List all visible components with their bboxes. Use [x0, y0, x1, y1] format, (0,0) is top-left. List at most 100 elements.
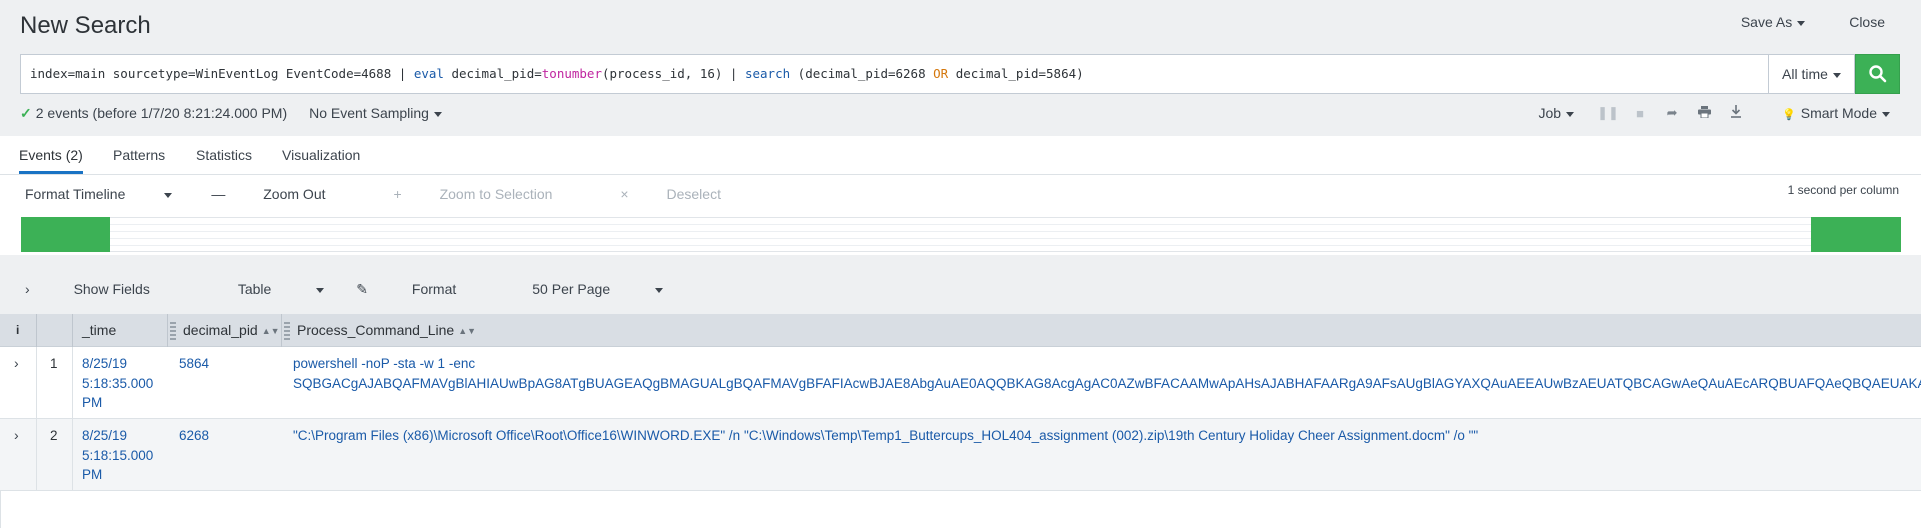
checkmark-icon: ✓ — [20, 105, 32, 121]
chevron-down-icon — [1566, 111, 1575, 117]
event-time[interactable]: 8/25/19 5:18:35.000 PM — [82, 354, 153, 413]
events-summary-text: 2 events (before 1/7/20 8:21:24.000 PM) — [35, 105, 288, 121]
event-ampm: PM — [82, 467, 103, 482]
job-menu[interactable]: Job — [1538, 105, 1575, 121]
process-command-line-value[interactable]: "C:\Program Files (x86)\Microsoft Office… — [293, 426, 1478, 446]
search-mode-label: Smart Mode — [1800, 105, 1877, 121]
plus-icon: + — [393, 186, 406, 202]
chevron-down-icon — [316, 287, 325, 293]
timeline-panel: Format Timeline — Zoom Out + Zoom to Sel… — [0, 175, 1921, 255]
chevron-down-icon — [164, 192, 173, 198]
page-title: New Search — [20, 12, 151, 39]
search-button[interactable] — [1855, 54, 1900, 94]
column-divider — [281, 314, 282, 347]
show-fields-button[interactable]: › Show Fields — [25, 281, 190, 303]
event-sampling-label: No Event Sampling — [309, 105, 429, 121]
time-range-picker[interactable]: All time — [1768, 54, 1855, 94]
column-header-time[interactable]: _time — [82, 314, 116, 347]
save-as-menu[interactable]: Save As — [1741, 14, 1806, 30]
results-table: i _time decimal_pid ▲▼ Process_Command_Li… — [0, 314, 1921, 528]
zoom-out-label: Zoom Out — [263, 186, 326, 202]
pause-icon[interactable]: ❚❚ — [1592, 105, 1624, 121]
query-command-search: search — [744, 66, 791, 81]
download-glyph — [1731, 105, 1742, 118]
table-controls: › Show Fields Table ✎ Format 50 Per Page — [25, 281, 1905, 303]
column-header-decimal-pid[interactable]: decimal_pid ▲▼ — [170, 314, 280, 347]
active-tab-indicator — [19, 171, 83, 174]
search-input[interactable]: index=main sourcetype=WinEventLog EventC… — [20, 54, 1768, 94]
query-text: (process_id, 16) | — [601, 66, 745, 81]
timeline-chart[interactable] — [21, 217, 1901, 252]
view-type-menu[interactable]: Table — [237, 281, 325, 303]
close-button[interactable]: Close — [1849, 14, 1885, 30]
expand-row-icon[interactable]: › — [14, 426, 19, 446]
tab-statistics[interactable]: Statistics — [196, 147, 252, 163]
timeline-bar[interactable] — [21, 217, 110, 252]
table-row: › 1 8/25/19 5:18:35.000 PM 5864 powershe… — [0, 347, 1921, 419]
drag-handle-icon[interactable] — [284, 322, 290, 341]
column-divider — [72, 314, 73, 347]
query-text: decimal_pid=5864) — [948, 66, 1084, 81]
event-clock: 5:18:35.000 — [82, 375, 154, 391]
sort-icon[interactable]: ▲▼ — [458, 326, 476, 336]
export-icon[interactable] — [1720, 105, 1752, 121]
chevron-down-icon — [1882, 111, 1890, 117]
format-timeline-label: Format Timeline — [25, 186, 126, 202]
stop-icon[interactable]: ■ — [1624, 106, 1656, 121]
table-header: i _time decimal_pid ▲▼ Process_Command_Li… — [0, 314, 1921, 347]
per-page-label: 50 Per Page — [532, 281, 611, 297]
search-bar: index=main sourcetype=WinEventLog EventC… — [20, 54, 1900, 94]
column-divider — [167, 314, 168, 347]
results-tabs: Events (2) Patterns Statistics Visualiza… — [0, 136, 1921, 175]
row-divider — [72, 419, 73, 491]
query-function-tonumber: tonumber — [541, 66, 602, 81]
event-time[interactable]: 8/25/19 5:18:15.000 PM — [82, 426, 153, 485]
expand-row-icon[interactable]: › — [14, 354, 19, 374]
top-actions: Save As Close — [1741, 14, 1885, 30]
event-sampling-menu[interactable]: No Event Sampling — [309, 105, 442, 122]
event-clock: 5:18:15.000 — [82, 447, 154, 463]
query-operator-or: OR — [933, 66, 949, 81]
process-command-line-value[interactable]: powershell -noP -sta -w 1 -enc SQBGACgAJ… — [293, 354, 1921, 393]
column-header-label: decimal_pid — [183, 322, 258, 338]
command-line-text: "C:\Program Files (x86)\Microsoft Office… — [293, 428, 1479, 443]
sort-icon[interactable]: ▲▼ — [262, 326, 280, 336]
column-divider — [36, 314, 37, 347]
print-icon[interactable] — [1688, 105, 1720, 121]
decimal-pid-value[interactable]: 6268 — [179, 426, 209, 446]
row-number: 2 — [50, 428, 58, 443]
events-summary: ✓ 2 events (before 1/7/20 8:21:24.000 PM) — [20, 105, 287, 122]
chevron-down-icon — [433, 111, 442, 117]
tab-events[interactable]: Events (2) — [19, 147, 83, 163]
column-header-label: Process_Command_Line — [297, 322, 455, 338]
table-left-border — [0, 491, 1, 528]
chevron-down-icon — [1797, 20, 1806, 26]
top-bar: New Search Save As Close — [0, 0, 1921, 52]
close-icon: × — [620, 186, 633, 202]
deselect-button[interactable]: × Deselect — [620, 186, 755, 202]
command-line-text: powershell -noP -sta -w 1 -enc — [293, 356, 476, 371]
decimal-pid-value[interactable]: 5864 — [179, 354, 209, 374]
zoom-to-selection-button[interactable]: + Zoom to Selection — [394, 186, 587, 202]
query-text: index=main sourcetype=WinEventLog EventC… — [30, 66, 414, 81]
format-button[interactable]: ✎ Format — [356, 281, 496, 303]
zoom-out-button[interactable]: — Zoom Out — [211, 186, 359, 202]
query-command-eval: eval — [413, 66, 444, 81]
format-label: Format — [411, 281, 457, 297]
drag-handle-icon[interactable] — [170, 322, 176, 341]
job-label: Job — [1538, 105, 1562, 121]
timeline-bar[interactable] — [1811, 217, 1901, 252]
format-timeline-menu[interactable]: Format Timeline — [25, 186, 173, 202]
command-line-text: SQBGACgAJABQAFMAVgBlAHIAUwBpAG8ATgBUAGEA… — [293, 375, 1921, 391]
tab-patterns[interactable]: Patterns — [113, 147, 165, 163]
share-icon[interactable]: ➦ — [1656, 105, 1688, 121]
search-mode-menu[interactable]: 💡 Smart Mode — [1782, 105, 1890, 121]
timeline-scale: 1 second per column — [1787, 183, 1899, 197]
query-text: (decimal_pid=6268 — [790, 66, 934, 81]
column-header-process-command-line[interactable]: Process_Command_Line ▲▼ — [284, 314, 476, 347]
tab-visualization[interactable]: Visualization — [282, 147, 360, 163]
table-row: › 2 8/25/19 5:18:15.000 PM 6268 "C:\Prog… — [0, 419, 1921, 491]
printer-glyph — [1697, 105, 1711, 118]
per-page-menu[interactable]: 50 Per Page — [532, 281, 664, 303]
view-type-label: Table — [237, 281, 272, 297]
